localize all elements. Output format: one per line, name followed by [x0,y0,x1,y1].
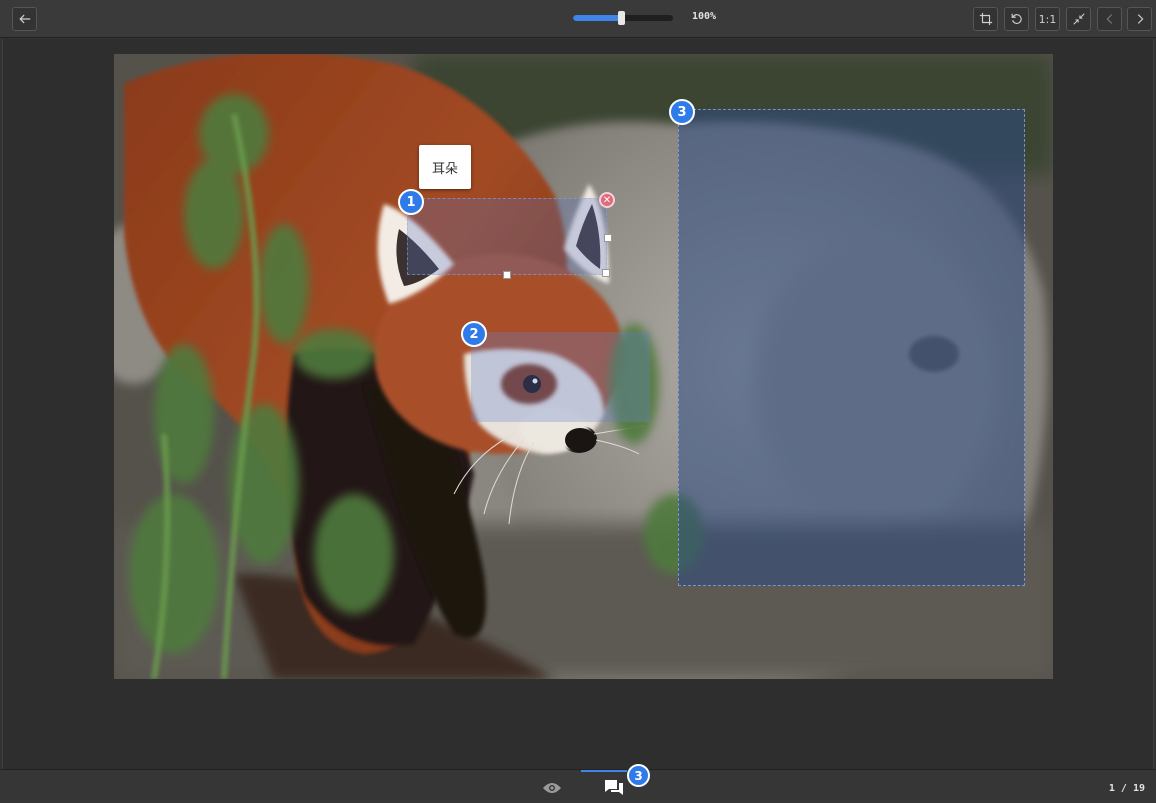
annotation-region-3[interactable] [678,109,1025,586]
prev-image-button[interactable] [1097,7,1122,31]
zoom-level: 100% [692,11,717,22]
annotation-marker-2[interactable]: 2 [461,321,487,347]
bottom-bar: 3 1 / 19 [0,764,1156,803]
fit-screen-icon [1072,13,1085,25]
chevron-left-icon [1106,14,1112,24]
annotation-marker-3[interactable]: 3 [669,99,695,125]
comments-icon [605,780,623,795]
delete-annotation-button[interactable]: ✕ [599,192,615,208]
annotation-label-tooltip: 耳朵 [419,145,471,189]
annotation-marker-3-number: 3 [677,104,687,120]
annotation-marker-1-number: 1 [406,194,416,210]
arrow-left-icon [18,14,30,24]
annotation-label-text: 耳朵 [431,161,458,177]
crop-button[interactable] [973,7,998,31]
resize-handle-right[interactable] [604,234,612,242]
annotation-region-2[interactable] [471,332,650,422]
rotate-button[interactable] [1004,7,1029,31]
comment-count-badge: 3 [627,764,650,787]
image-annotator: 100% 1:1 ✕ 耳朵 1 2 3 3 1 / 19 [0,0,1156,803]
top-toolbar: 100% 1:1 [0,0,1156,38]
fit-screen-button[interactable] [1066,7,1091,31]
comment-count: 3 [634,768,643,783]
crop-icon [979,12,992,26]
zoom-slider-fill [573,15,621,21]
comments-tab[interactable] [603,779,625,797]
actual-size-button[interactable]: 1:1 [1035,7,1060,31]
chevron-right-icon [1137,14,1143,24]
resize-handle-bottom[interactable] [503,271,511,279]
back-button[interactable] [12,7,37,31]
rotate-icon [1011,13,1022,24]
active-tab-indicator [581,770,627,772]
actual-size-label: 1:1 [1038,12,1057,26]
next-image-button[interactable] [1127,7,1152,31]
annotation-marker-2-number: 2 [469,326,479,342]
close-icon: ✕ [602,194,612,206]
annotation-region-1-selected[interactable] [407,198,607,275]
zoom-slider-handle[interactable] [618,11,625,25]
page-indicator: 1 / 19 [1108,783,1145,794]
annotation-marker-1[interactable]: 1 [398,189,424,215]
resize-handle-bottom-right[interactable] [602,269,610,277]
preview-tab[interactable] [541,779,563,797]
eye-icon [543,783,561,793]
